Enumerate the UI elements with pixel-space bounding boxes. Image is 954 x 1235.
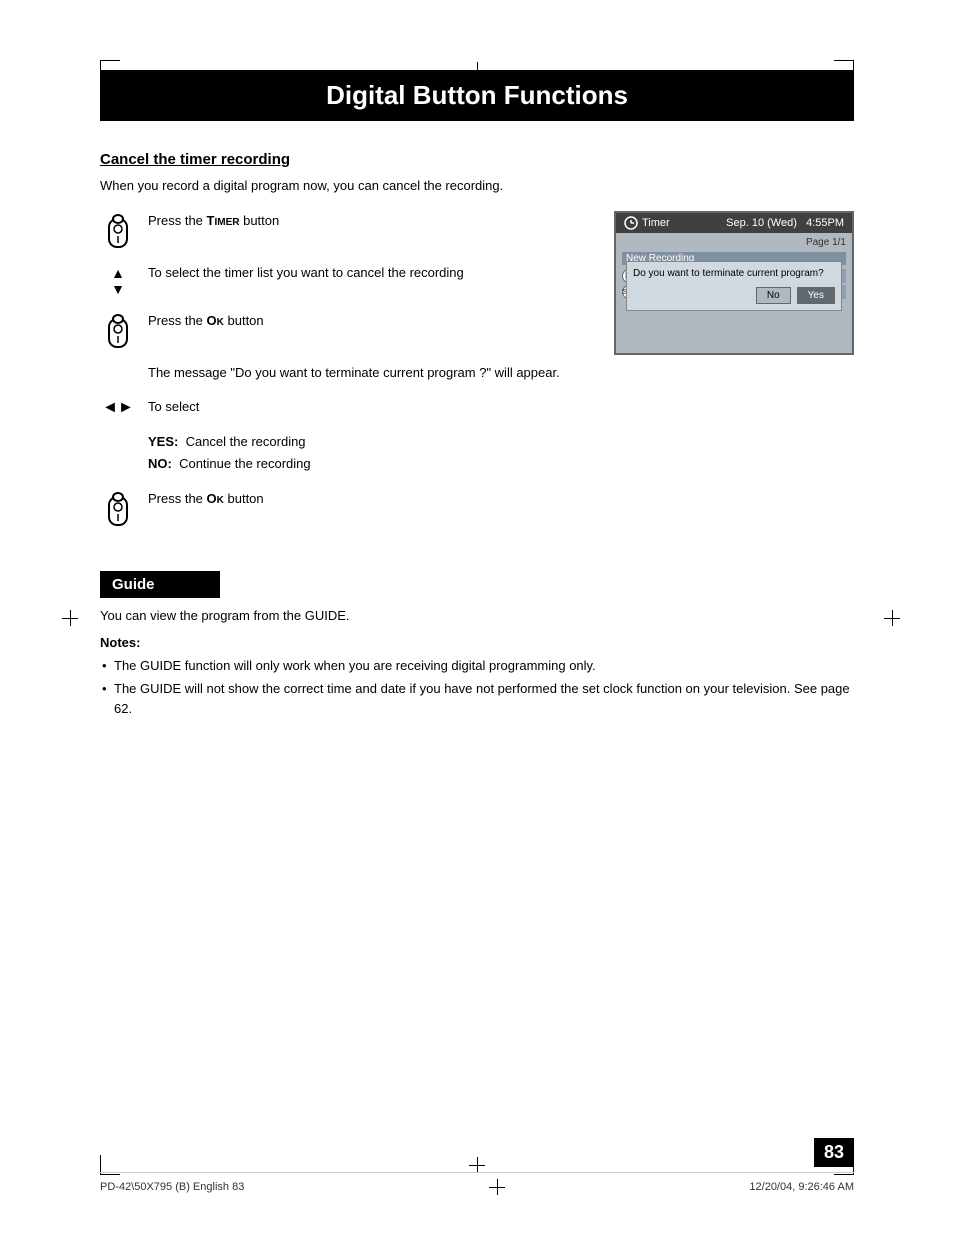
dialog-yes-button[interactable]: Yes <box>797 287 835 304</box>
step-1-row: Press the TIMER button <box>100 211 594 249</box>
step-3-row: Press the OK button <box>100 311 594 349</box>
guide-section: Guide You can view the program from the … <box>100 571 854 719</box>
remote-icon-last <box>104 491 132 527</box>
sub-instruction-message: The message "Do you want to terminate cu… <box>148 363 594 383</box>
arrow-lr-icon: ◄► <box>102 399 134 417</box>
note-item-1: The GUIDE function will only work when y… <box>100 656 854 676</box>
cancel-section-heading: Cancel the timer recording <box>100 151 854 168</box>
dialog-buttons: No Yes <box>633 287 835 304</box>
no-option: NO: Continue the recording <box>148 453 594 475</box>
remote-icon-3 <box>104 313 132 349</box>
screen-time: 4:55PM <box>806 217 844 229</box>
yes-option: YES: Cancel the recording <box>148 431 594 453</box>
step-1-text: Press the TIMER button <box>148 211 594 231</box>
footer-right: 12/20/04, 9:26:46 AM <box>749 1181 854 1193</box>
page-footer: PD-42\50X795 (B) English 83 12/20/04, 9:… <box>100 1172 854 1195</box>
step-2-icon-cell: ▲ ▼ <box>100 263 136 297</box>
screen-dialog: Do you want to terminate current program… <box>626 261 842 311</box>
instructions-col: Press the TIMER button ▲ ▼ To select the… <box>100 211 594 541</box>
screen-header: Timer Sep. 10 (Wed) 4:55PM <box>616 213 852 233</box>
last-step-row: Press the OK button <box>100 489 594 527</box>
notes-title: Notes: <box>100 635 854 650</box>
step-3-text: Press the OK button <box>148 311 594 331</box>
step-3-icon-cell <box>100 311 136 349</box>
screen-header-right: Sep. 10 (Wed) 4:55PM <box>726 217 844 229</box>
arrow-ud-icon: ▲ ▼ <box>111 265 125 297</box>
step-4-icon-cell: ◄► <box>100 397 136 417</box>
no-label: NO: <box>148 456 172 471</box>
last-step-text: Press the OK button <box>148 489 594 509</box>
guide-heading: Guide <box>100 571 220 598</box>
dialog-text: Do you want to terminate current program… <box>633 268 835 279</box>
screen-page-label: Page 1/1 <box>622 237 846 248</box>
screen-timer-label: Timer <box>642 217 670 229</box>
note-item-2: The GUIDE will not show the correct time… <box>100 679 854 718</box>
intro-text: When you record a digital program now, y… <box>100 178 854 193</box>
step-4-row: ◄► To select <box>100 397 594 417</box>
last-step-icon-cell <box>100 489 136 527</box>
screen-timer-icon <box>624 216 638 230</box>
step-4-text: To select <box>148 397 594 417</box>
tv-screen: Timer Sep. 10 (Wed) 4:55PM Page 1/1 New … <box>614 211 854 355</box>
yes-no-block: YES: Cancel the recording NO: Continue t… <box>148 431 594 475</box>
guide-text: You can view the program from the GUIDE. <box>100 608 854 623</box>
page-title: Digital Button Functions <box>100 70 854 121</box>
step-2-row: ▲ ▼ To select the timer list you want to… <box>100 263 594 297</box>
screen-date: Sep. 10 (Wed) <box>726 217 797 229</box>
yes-text: Cancel the recording <box>186 434 306 449</box>
dialog-no-button[interactable]: No <box>756 287 791 304</box>
step-1-icon-cell <box>100 211 136 249</box>
screen-body: Page 1/1 New Recording ⏰ 60 BD SAT 30 Sa <box>616 233 852 353</box>
no-text: Continue the recording <box>179 456 311 471</box>
yes-label: YES: <box>148 434 178 449</box>
remote-icon-1 <box>104 213 132 249</box>
footer-crosshair <box>489 1179 505 1195</box>
main-layout: Press the TIMER button ▲ ▼ To select the… <box>100 211 854 541</box>
step-2-text: To select the timer list you want to can… <box>148 263 594 283</box>
notes-section: Notes: The GUIDE function will only work… <box>100 635 854 719</box>
notes-list: The GUIDE function will only work when y… <box>100 656 854 719</box>
page-number: 83 <box>814 1138 854 1167</box>
footer-left: PD-42\50X795 (B) English 83 <box>100 1181 244 1193</box>
screen-col: Timer Sep. 10 (Wed) 4:55PM Page 1/1 New … <box>614 211 854 541</box>
screen-header-left: Timer <box>624 216 670 230</box>
